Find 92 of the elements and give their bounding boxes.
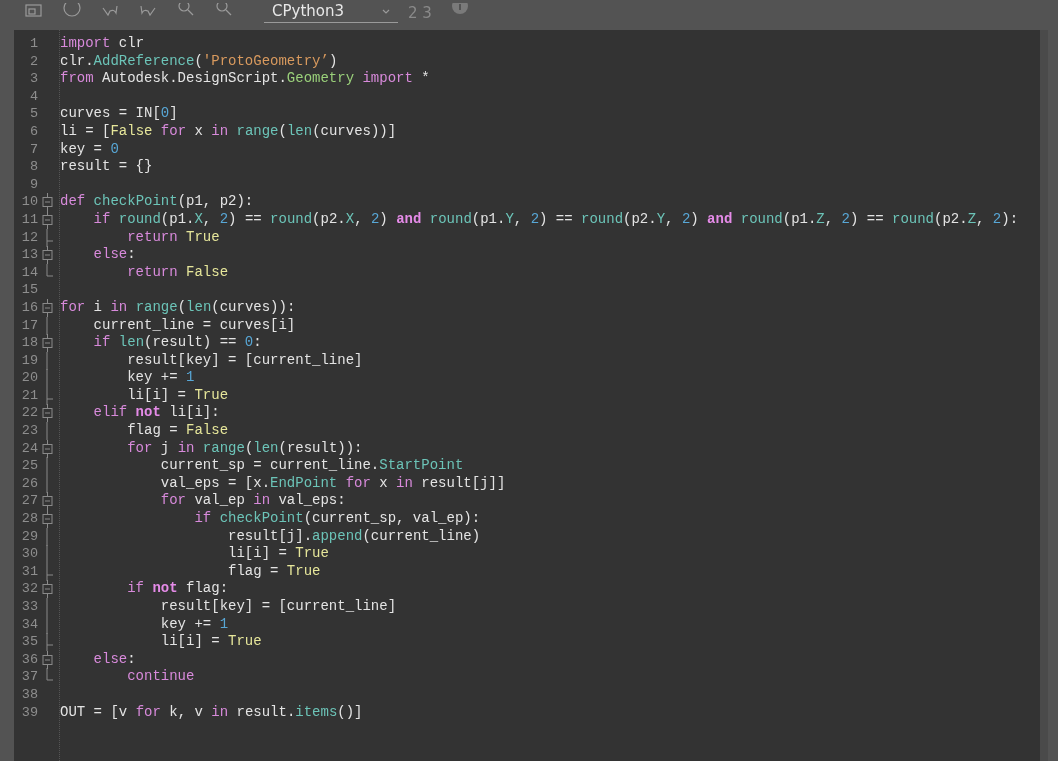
code-line: current_sp = current_line.StartPoint (159, 457, 464, 475)
code-line: result = {} (60, 158, 153, 176)
line-number: 19 (20, 351, 38, 370)
line-number: 7 (28, 140, 38, 159)
line-number: 29 (20, 527, 38, 546)
code-line: li[i] = True (227, 545, 329, 563)
code-line: li[i] = True (126, 386, 229, 405)
code-line: return True (126, 228, 220, 247)
code-line: if not flag: (126, 580, 229, 598)
code-line: flag = False (126, 422, 229, 440)
line-number: 26 (20, 474, 38, 493)
line-number: 16 (20, 298, 38, 317)
code-line: result[key] = [current_line] (126, 351, 363, 370)
line-number: 31 (20, 562, 38, 581)
code-line: key = 0 (60, 140, 119, 159)
collapse-icon[interactable] (41, 439, 53, 458)
code-line: if checkPoint(current_sp, val_ep): (193, 510, 481, 528)
code-line: else: (92, 246, 136, 264)
code-line: else: (92, 650, 136, 669)
line-number: 28 (20, 510, 38, 528)
collapse-icon[interactable] (41, 650, 53, 669)
line-number: 15 (20, 281, 38, 299)
line-number: 13 (20, 246, 38, 264)
line-number: 14 (20, 263, 38, 282)
line-number: 30 (20, 545, 38, 563)
collapse-icon[interactable] (41, 580, 53, 599)
line-number: 2 (28, 52, 38, 71)
fold-line (46, 228, 54, 247)
line-number: 36 (20, 650, 38, 669)
code-editor[interactable] (14, 30, 1048, 761)
line-number: 33 (20, 598, 38, 616)
code-line: clr.AddReference('ProtoGeometry’) (60, 52, 338, 71)
line-number: 32 (20, 580, 38, 598)
code-line: result[key] = [current_line] (159, 598, 397, 616)
line-number: 22 (20, 404, 38, 423)
code-line: continue (126, 668, 195, 686)
line-number: 21 (20, 386, 38, 405)
line-number: 38 (20, 685, 38, 704)
line-number: 1 (28, 35, 38, 53)
line-number: 27 (20, 492, 38, 511)
line-number: 17 (20, 316, 38, 335)
line-number: 37 (20, 668, 38, 686)
line-number: 10 (20, 193, 38, 211)
code-line: result[j].append(current_line) (227, 527, 481, 546)
line-number: 34 (20, 615, 38, 634)
line-number: 39 (20, 703, 38, 722)
collapse-icon[interactable] (41, 246, 53, 265)
line-number: 12 (20, 228, 38, 247)
code-line: for i in range(len(curves)): (60, 298, 296, 317)
collapse-icon[interactable] (41, 298, 53, 317)
line-number: 6 (28, 122, 38, 141)
line-number: 18 (20, 334, 38, 352)
code-line: li[i] = True (159, 633, 262, 651)
engine-dropdown[interactable]: CPython3 (264, 3, 398, 23)
line-number: 23 (20, 422, 38, 440)
code-line: elif not li[i]: (92, 404, 220, 423)
code-line: from Autodesk.DesignScript.Geometry import * (60, 70, 430, 88)
code-line: if len(result) == 0: (92, 334, 262, 352)
collapse-icon[interactable] (41, 492, 53, 511)
line-number: 5 (28, 105, 38, 123)
code-line: if round(p1.X, 2) == round(p2.X, 2) and round(p1.Y, 2) == round(p2.Y, 2) and round(p1.Z, 2) == round(p2.Z, 2): (92, 210, 1019, 229)
line-number: 24 (20, 439, 38, 458)
code-line: curves = IN[0] (60, 105, 178, 123)
code-line: key += 1 (159, 615, 229, 634)
fold-line (46, 316, 48, 335)
code-line: flag = True (227, 562, 321, 581)
line-number: 11 (20, 210, 38, 229)
collapse-icon[interactable] (41, 210, 53, 229)
code-line: import clr (60, 35, 145, 53)
caret-icon (382, 8, 390, 15)
collapse-icon[interactable] (41, 510, 53, 529)
line-number: 35 (20, 633, 38, 651)
code-line: key += 1 (126, 369, 195, 387)
line-number: 8 (28, 158, 38, 176)
code-line: li = [False for x in range(len(curves))] (60, 122, 397, 141)
line-number: 9 (28, 175, 38, 194)
code-line: OUT = [v for k, v in result.items()] (60, 703, 363, 722)
code-line: val_eps = [x.EndPoint for x in result[j]] (159, 474, 506, 493)
collapse-icon[interactable] (41, 334, 53, 353)
line-number: 3 (28, 70, 38, 88)
collapse-icon[interactable] (41, 193, 53, 212)
code-line: for j in range(len(result)): (126, 439, 363, 458)
line-number: 4 (28, 87, 38, 106)
line-number: 25 (20, 457, 38, 475)
code-line: current_line = curves[i] (92, 316, 296, 335)
scrollbar[interactable] (1040, 30, 1048, 761)
line-number: 20 (20, 369, 38, 387)
code-line: def checkPoint(p1, p2): (60, 193, 254, 211)
code-line: for val_ep in val_eps: (159, 492, 346, 511)
code-line: return False (126, 263, 229, 282)
collapse-icon[interactable] (41, 404, 53, 423)
fold-line (46, 422, 48, 441)
